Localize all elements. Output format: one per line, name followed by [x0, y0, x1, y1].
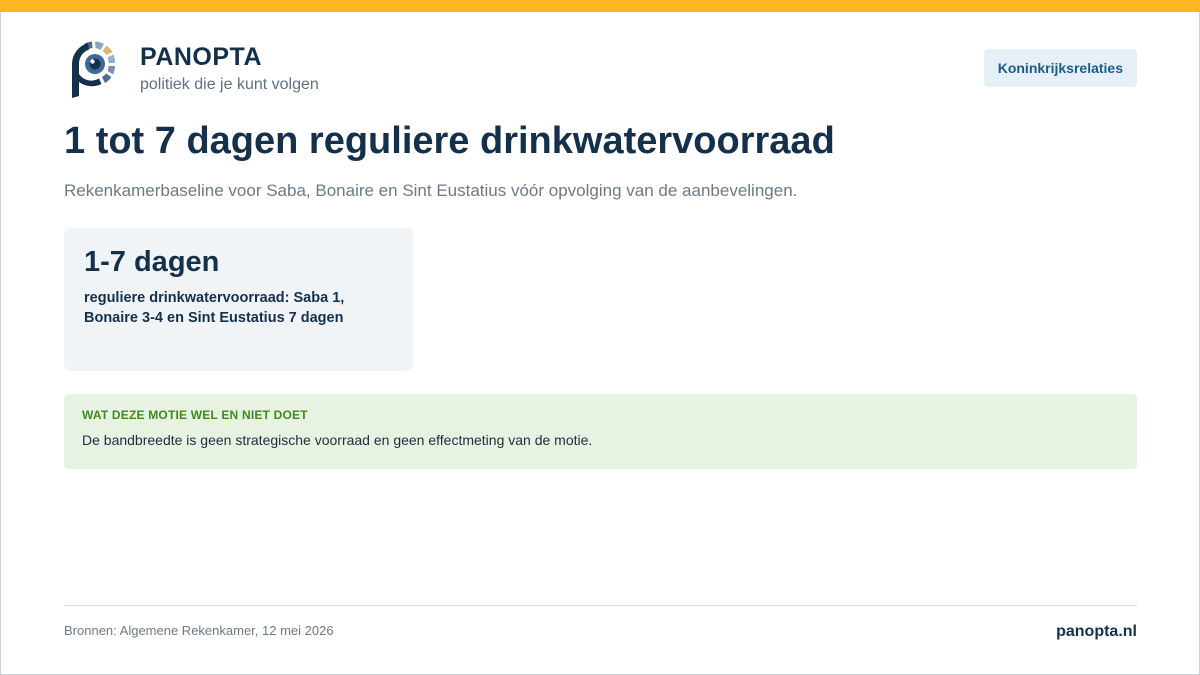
panopta-logo-icon — [68, 40, 122, 100]
brand-name: PANOPTA — [140, 43, 263, 71]
header: PANOPTA politiek die je kunt volgen Koni… — [64, 40, 1137, 102]
footer-divider — [64, 605, 1137, 606]
sources-text: Bronnen: Algemene Rekenkamer, 12 mei 202… — [64, 623, 334, 638]
page-subtitle: Rekenkamerbaseline voor Saba, Bonaire en… — [64, 181, 798, 200]
stat-description: reguliere drinkwatervoorraad: Saba 1, Bo… — [84, 290, 345, 326]
motion-note: WAT DEZE MOTIE WEL EN NIET DOET De bandb… — [64, 394, 1137, 469]
accent-bar — [0, 0, 1200, 12]
brand-tagline: politiek die je kunt volgen — [140, 76, 319, 93]
stat-card: 1-7 dagen reguliere drinkwatervoorraad: … — [64, 228, 413, 371]
footer-site-link[interactable]: panopta.nl — [1056, 623, 1137, 641]
stat-value: 1-7 dagen — [84, 246, 220, 278]
topic-pill-button[interactable]: Koninkrijksrelaties — [983, 49, 1137, 87]
note-heading: WAT DEZE MOTIE WEL EN NIET DOET — [82, 408, 308, 422]
page-title: 1 tot 7 dagen reguliere drinkwatervoorra… — [64, 120, 835, 162]
note-body: De bandbreedte is geen strategische voor… — [82, 432, 593, 448]
